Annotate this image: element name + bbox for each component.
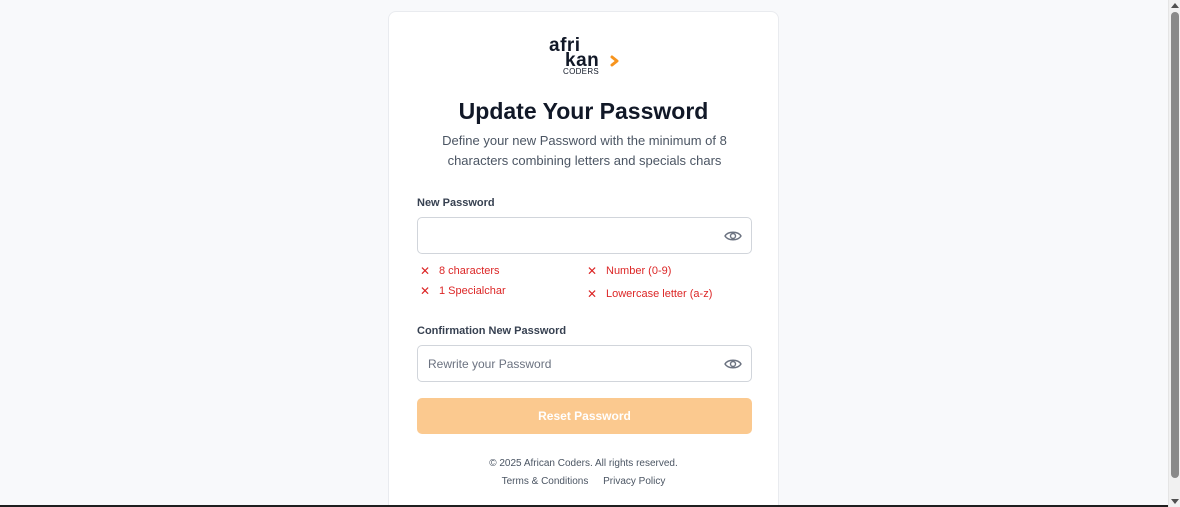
reset-password-button[interactable]: Reset Password [417,398,752,434]
rule-label: 1 Specialchar [439,285,506,297]
terms-link[interactable]: Terms & Conditions [502,476,589,487]
page-title: Update Your Password [458,98,709,124]
close-icon: ✕ [419,264,431,278]
new-password-input[interactable] [418,218,708,253]
rule-lowercase: ✕ Lowercase letter (a-z) [586,287,712,301]
privacy-link[interactable]: Privacy Policy [603,476,665,487]
confirm-password-input[interactable] [418,346,708,381]
scrollbar-thumb[interactable] [1171,12,1179,478]
eye-icon[interactable] [724,357,742,371]
rule-label: 8 characters [439,265,500,277]
african-coders-logo: afri kan CODERS [547,36,623,76]
close-icon: ✕ [419,284,431,298]
confirm-password-field[interactable] [417,345,752,382]
new-password-field[interactable] [417,217,752,254]
password-card: afri kan CODERS Update Your Password Def… [388,11,779,507]
rule-8-characters: ✕ 8 characters [419,264,500,278]
confirm-password-label: Confirmation New Password [417,325,567,337]
page-background: afri kan CODERS Update Your Password Def… [0,0,1168,507]
new-password-label: New Password [417,197,495,209]
vertical-scrollbar[interactable] [1168,0,1180,507]
rule-number: ✕ Number (0-9) [586,264,671,278]
scroll-up-icon[interactable] [1171,3,1179,8]
page-subtitle: Define your new Password with the minimu… [442,133,727,168]
eye-icon[interactable] [724,229,742,243]
rule-label: Number (0-9) [606,265,672,277]
logo-chevron-icon [610,55,619,67]
close-icon: ✕ [586,264,598,278]
rule-specialchar: ✕ 1 Specialchar [419,284,506,298]
close-icon: ✕ [586,287,598,301]
rule-label: Lowercase letter (a-z) [606,288,713,300]
footer-links: Terms & Conditions Privacy Policy [389,476,778,487]
copyright-text: © 2025 African Coders. All rights reserv… [489,458,678,469]
scroll-down-icon[interactable] [1171,499,1179,504]
logo-text-coders: CODERS [563,67,600,76]
